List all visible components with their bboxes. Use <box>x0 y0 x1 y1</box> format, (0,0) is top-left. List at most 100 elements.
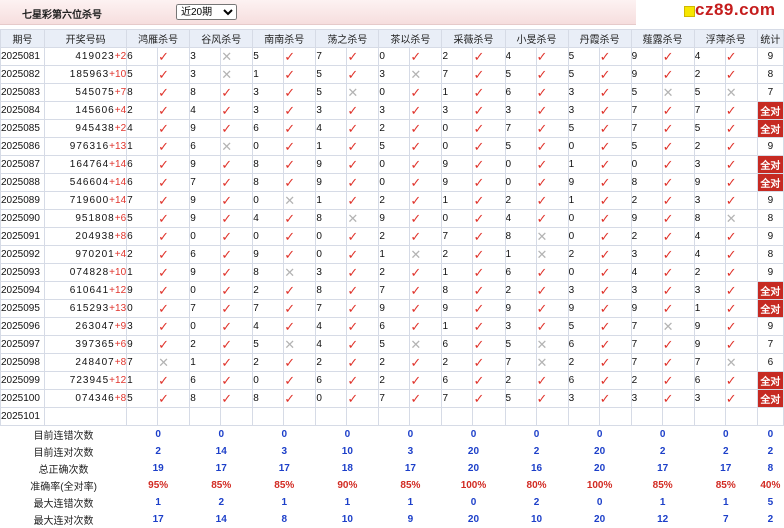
kill-number-cell: 6 <box>126 155 159 174</box>
period-cell: 2025098 <box>0 353 46 372</box>
check-icon: ✓ <box>473 66 485 82</box>
table-row: 2025084 145606+4 2 ✓ 4 ✓ 3 ✓ 3 ✓ 3 ✓ 3 ✓ 3 ✓ 3 ✓ 7 ✓ 7 ✓ 全对 <box>0 101 784 120</box>
period-select[interactable]: 近20期 <box>176 4 237 20</box>
result-mark-cell: ✓ <box>157 245 191 264</box>
check-icon: ✓ <box>221 156 233 172</box>
result-mark-cell: ✓ <box>472 389 506 408</box>
summary-value: 100% <box>460 480 487 491</box>
result-mark-cell: ✓ <box>661 389 695 408</box>
check-icon: ✓ <box>410 48 422 64</box>
result-mark-cell: ✓ <box>661 299 695 318</box>
table-row: 2025086 976316+13 1 ✓ 6 ✕ 0 ✓ 1 ✓ 5 ✓ 0 ✓ 5 ✓ 0 ✓ 5 ✓ 2 ✓ 9 <box>0 137 784 156</box>
column-header: 采薇杀号 <box>441 29 506 48</box>
check-icon: ✓ <box>599 300 611 316</box>
check-icon: ✓ <box>662 66 674 82</box>
kill-number-cell: 7 <box>630 317 663 336</box>
kill-number-cell: 5 <box>630 137 663 156</box>
check-icon: ✓ <box>725 192 737 208</box>
check-icon: ✓ <box>158 282 170 298</box>
summary-value: 2 <box>767 446 774 457</box>
result-mark-cell: ✓ <box>535 101 569 120</box>
draw-number-cell: 945438+2 <box>44 119 128 138</box>
check-icon: ✓ <box>347 264 359 280</box>
table-row: 2025082 185963+10 5 ✓ 3 ✕ 1 ✓ 5 ✓ 3 ✕ 7 ✓ 5 ✓ 5 ✓ 9 ✓ 2 ✓ 8 <box>0 65 784 84</box>
kill-number-cell: 5 <box>504 389 537 408</box>
summary-label: 最大连错次数 <box>33 499 94 510</box>
site-logo[interactable]: cz89.com <box>679 0 784 22</box>
draw-number: 951808 <box>75 213 115 224</box>
summary-value: 20 <box>467 446 480 457</box>
check-icon: ✓ <box>284 228 296 244</box>
summary-value: 1 <box>407 497 414 508</box>
result-mark-cell: ✓ <box>283 281 317 300</box>
result-mark-cell: ✓ <box>283 173 317 192</box>
result-mark-cell: ✕ <box>535 245 569 264</box>
kill-number-cell: 3 <box>189 65 222 84</box>
result-mark-cell: ✓ <box>157 191 191 210</box>
result-mark-cell: ✓ <box>598 227 632 246</box>
result-mark-cell: ✓ <box>472 317 506 336</box>
kill-number-cell: 9 <box>630 65 663 84</box>
summary-value: 19 <box>152 463 164 474</box>
check-icon: ✓ <box>347 336 359 352</box>
table-row: 2025094 610641+12 9 ✓ 0 ✓ 2 ✓ 8 ✓ 7 ✓ 8 ✓ 2 ✓ 3 ✓ 3 ✓ 3 ✓ 全对 <box>0 281 784 300</box>
stat-cell: 全对 <box>756 389 784 408</box>
kill-number-cell: 4 <box>504 47 537 66</box>
kill-number-cell: 2 <box>630 227 663 246</box>
stat-cell: 9 <box>756 317 784 336</box>
kill-number-cell: 2 <box>693 263 726 282</box>
period-cell: 2025084 <box>0 101 46 120</box>
kill-number-cell: 2 <box>378 191 411 210</box>
summary-value: 3 <box>281 446 288 457</box>
result-mark-cell: ✓ <box>535 263 569 282</box>
summary-value: 16 <box>530 463 543 474</box>
column-header: 统计 <box>756 29 784 48</box>
summary-value: 85% <box>652 480 673 491</box>
kill-number-cell: 3 <box>630 389 663 408</box>
result-mark-cell: ✓ <box>157 281 191 300</box>
result-mark-cell: ✓ <box>661 191 695 210</box>
draw-number: 976316 <box>69 141 110 152</box>
kill-number-cell: 9 <box>567 173 600 192</box>
summary-value: 40% <box>760 480 781 491</box>
check-icon: ✓ <box>347 390 359 406</box>
result-mark-cell: ✕ <box>346 83 380 102</box>
draw-sum: +10 <box>109 267 127 278</box>
check-icon: ✓ <box>410 138 422 154</box>
kill-number-cell: 7 <box>630 101 663 120</box>
kill-number-cell: 0 <box>378 83 411 102</box>
result-mark-cell: ✓ <box>157 263 191 282</box>
result-mark-cell: ✓ <box>283 299 317 318</box>
period-cell: 2025095 <box>0 299 46 318</box>
result-mark-cell: ✕ <box>535 335 569 354</box>
table-row: 2025081 419023+2 6 ✓ 3 ✕ 5 ✓ 7 ✓ 0 ✓ 2 ✓ 4 ✓ 5 ✓ 9 ✓ 4 ✓ 9 <box>0 47 784 66</box>
result-mark-cell: ✓ <box>283 119 317 138</box>
kill-number-cell: 6 <box>126 227 159 246</box>
result-mark-cell: ✓ <box>346 227 380 246</box>
check-icon: ✓ <box>536 318 548 334</box>
check-icon: ✓ <box>284 318 296 334</box>
summary-label: 目前连对次数 <box>33 448 94 459</box>
result-mark-cell: ✓ <box>220 209 254 228</box>
result-mark-cell: ✓ <box>157 155 191 174</box>
result-mark-cell: ✓ <box>724 371 758 390</box>
kill-number-cell: 2 <box>693 137 726 156</box>
result-mark-cell: ✓ <box>535 155 569 174</box>
check-icon: ✓ <box>662 246 674 262</box>
kill-number-cell: 7 <box>126 353 159 372</box>
kill-number-cell: 1 <box>189 353 222 372</box>
kill-number-cell: 4 <box>315 119 348 138</box>
result-mark-cell: ✓ <box>724 281 758 300</box>
kill-number-cell: 3 <box>378 65 411 84</box>
check-icon: ✓ <box>725 120 737 136</box>
current-blank-cell <box>724 407 758 426</box>
kill-number-cell: 0 <box>252 191 285 210</box>
check-icon: ✓ <box>158 318 170 334</box>
summary-value: 2 <box>533 497 540 508</box>
kill-number-cell: 9 <box>189 155 222 174</box>
check-icon: ✓ <box>725 282 737 298</box>
kill-number-cell: 0 <box>504 173 537 192</box>
result-mark-cell: ✓ <box>661 119 695 138</box>
draw-sum: +4 <box>114 105 127 116</box>
draw-number-cell: 610641+12 <box>44 281 128 300</box>
